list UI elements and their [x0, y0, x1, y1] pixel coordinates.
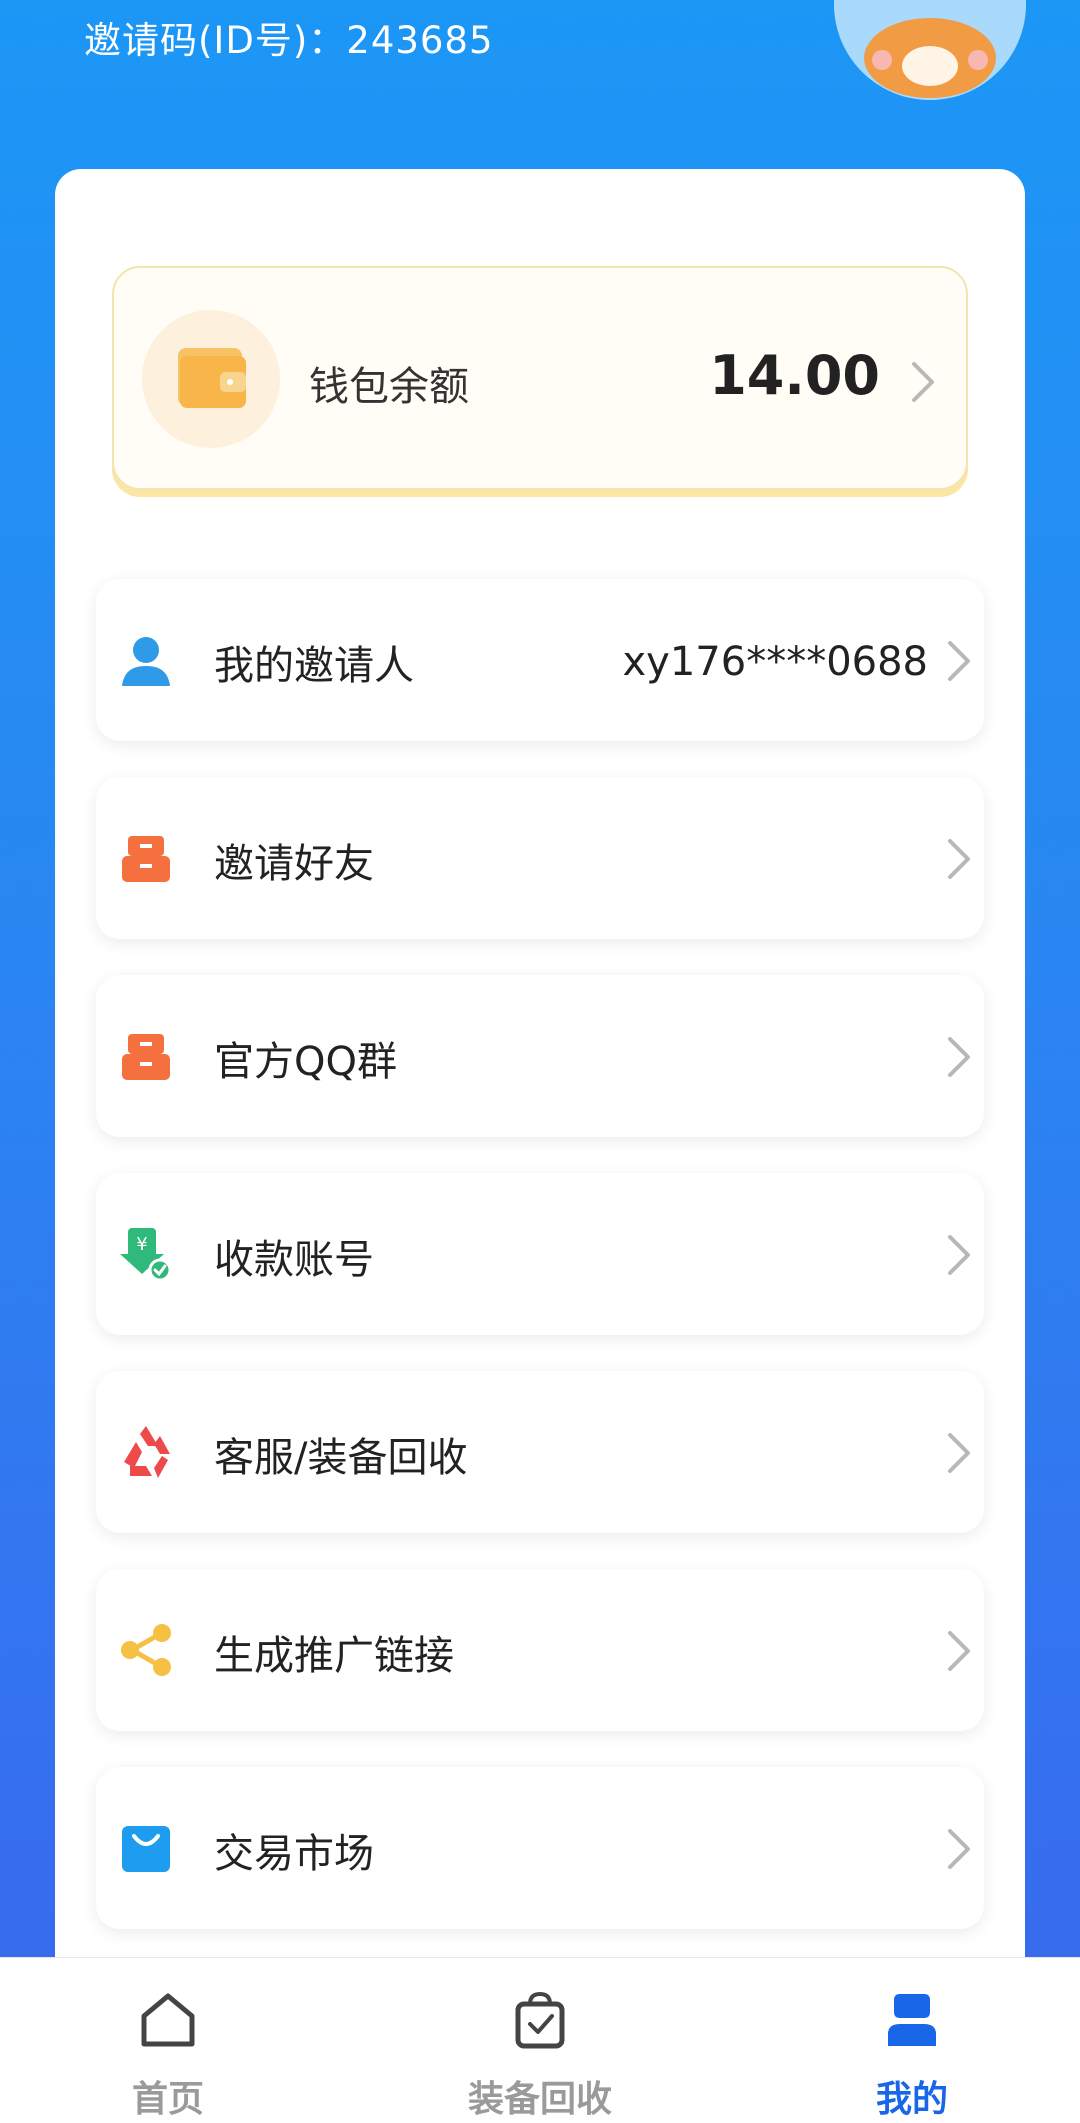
home-icon — [141, 1993, 195, 2047]
bottom-tab-bar: 首页 装备回收 我的 — [0, 1957, 1080, 2123]
menu-item-invite-friends[interactable]: 邀请好友 — [96, 777, 984, 939]
tab-label: 首页 — [131, 2079, 204, 2120]
chevron-right-icon — [948, 641, 970, 681]
wallet-icon — [178, 348, 246, 408]
shopping-bag-icon — [122, 1826, 170, 1872]
tab-equipment-recycle[interactable]: 装备回收 — [440, 1958, 640, 2123]
menu-item-payment-account[interactable]: ¥ 收款账号 — [96, 1173, 984, 1335]
user-icon — [122, 637, 170, 686]
menu-item-customer-service-recycle[interactable]: 客服/装备回收 — [96, 1371, 984, 1533]
payment-account-icon: ¥ — [120, 1228, 172, 1282]
menu-item-label: 生成推广链接 — [214, 1633, 454, 1679]
chevron-right-icon — [912, 362, 934, 402]
menu-item-label: 交易市场 — [214, 1831, 374, 1877]
menu-item-label: 客服/装备回收 — [214, 1435, 468, 1481]
menu-item-official-qq-group[interactable]: 官方QQ群 — [96, 975, 984, 1137]
wallet-icon-background — [142, 310, 280, 448]
wallet-label: 钱包余额 — [309, 364, 469, 410]
share-icon — [121, 1624, 171, 1676]
chevron-right-icon — [948, 1433, 970, 1473]
chevron-right-icon — [948, 1037, 970, 1077]
menu-item-label: 邀请好友 — [214, 841, 374, 887]
menu-item-label: 我的邀请人 — [214, 643, 414, 689]
svg-text:¥: ¥ — [136, 1234, 147, 1255]
tab-mine[interactable]: 我的 — [812, 1958, 1012, 2123]
recycle-bag-icon — [515, 1991, 565, 2049]
chevron-right-icon — [948, 1235, 970, 1275]
avatar[interactable] — [834, 0, 1026, 100]
menu-item-label: 收款账号 — [214, 1237, 374, 1283]
tab-label: 我的 — [875, 2079, 948, 2120]
chevron-right-icon — [948, 839, 970, 879]
tab-label: 装备回收 — [467, 2079, 612, 2120]
menu-item-value: xy176****0688 — [622, 639, 929, 685]
archive-box-icon — [122, 836, 170, 882]
archive-box-icon — [122, 1034, 170, 1080]
tab-home[interactable]: 首页 — [68, 1958, 268, 2123]
menu-item-my-inviter[interactable]: 我的邀请人 xy176****0688 — [96, 579, 984, 741]
chevron-right-icon — [948, 1829, 970, 1869]
menu-item-label: 官方QQ群 — [214, 1039, 397, 1085]
profile-icon — [888, 1994, 936, 2046]
wallet-amount: 14.00 — [709, 344, 880, 407]
menu-item-trading-market[interactable]: 交易市场 — [96, 1767, 984, 1929]
chevron-right-icon — [948, 1631, 970, 1671]
menu-item-generate-promo-link[interactable]: 生成推广链接 — [96, 1569, 984, 1731]
wallet-balance-card[interactable]: 钱包余额 14.00 — [112, 266, 968, 490]
recycle-icon — [124, 1426, 170, 1478]
invite-code: 邀请码(ID号)：243685 — [84, 19, 494, 62]
